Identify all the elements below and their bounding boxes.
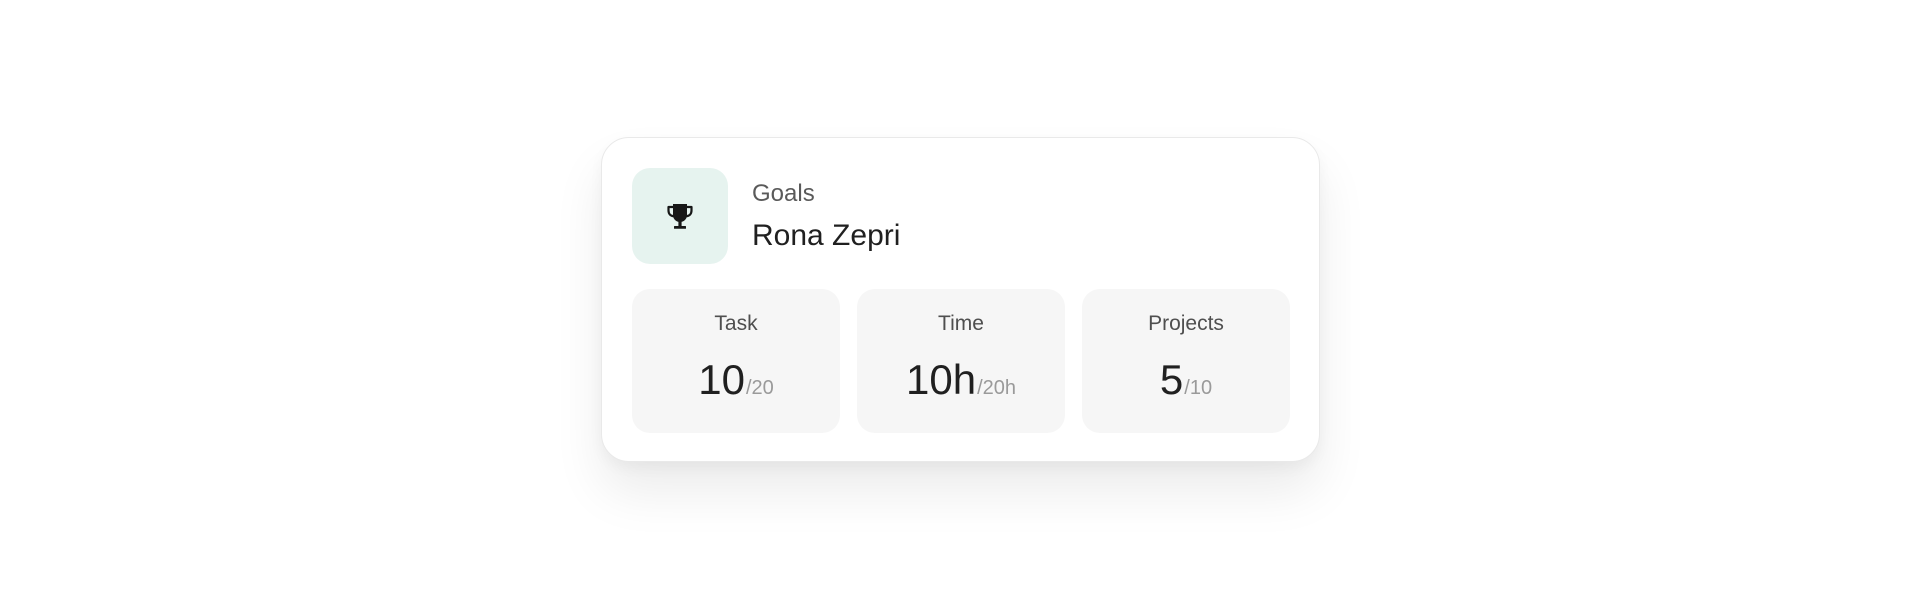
task-label: Task (714, 312, 758, 335)
projects-progress: 5/10 (1082, 356, 1290, 414)
stat-card-time: Time 10h/20h (857, 289, 1065, 433)
trophy-icon-tile (632, 168, 728, 264)
projects-current-value: 5 (1159, 356, 1184, 403)
stat-card-projects: Projects 5/10 (1082, 289, 1290, 433)
time-total-value: /20h (977, 377, 1016, 399)
person-name: Rona Zepri (752, 218, 901, 252)
goals-card: Goals Rona Zepri Task 10/20 Time 10h/20h… (601, 137, 1320, 462)
task-total-value: /20 (745, 377, 774, 399)
goals-label: Goals (752, 179, 815, 207)
goal-stats: Task 10/20 Time 10h/20h Projects 5/10 (632, 289, 1290, 433)
goals-card-header: Goals Rona Zepri (632, 168, 900, 264)
goals-heading-group: Goals Rona Zepri (752, 180, 900, 253)
time-label: Time (938, 312, 984, 335)
stat-card-task: Task 10/20 (632, 289, 840, 433)
task-current-value: 10 (698, 356, 745, 403)
time-progress: 10h/20h (857, 356, 1065, 414)
trophy-icon (667, 204, 693, 229)
task-progress: 10/20 (632, 356, 840, 414)
time-current-value: 10h (905, 356, 977, 403)
projects-total-value: /10 (1184, 377, 1213, 399)
projects-label: Projects (1148, 312, 1224, 335)
